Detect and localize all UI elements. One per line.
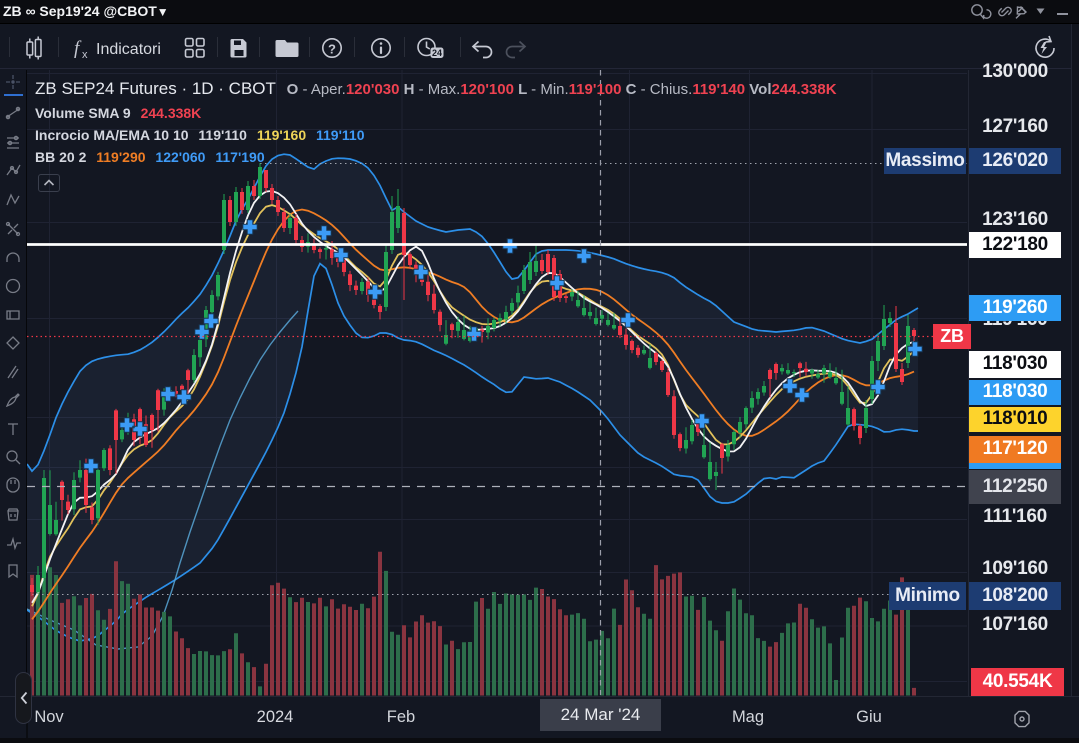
svg-text:x: x — [82, 49, 88, 61]
svg-text:24: 24 — [432, 48, 442, 58]
svg-text:?: ? — [328, 42, 336, 57]
svg-text:f: f — [74, 38, 82, 59]
svg-text:Indicatori: Indicatori — [96, 41, 161, 58]
